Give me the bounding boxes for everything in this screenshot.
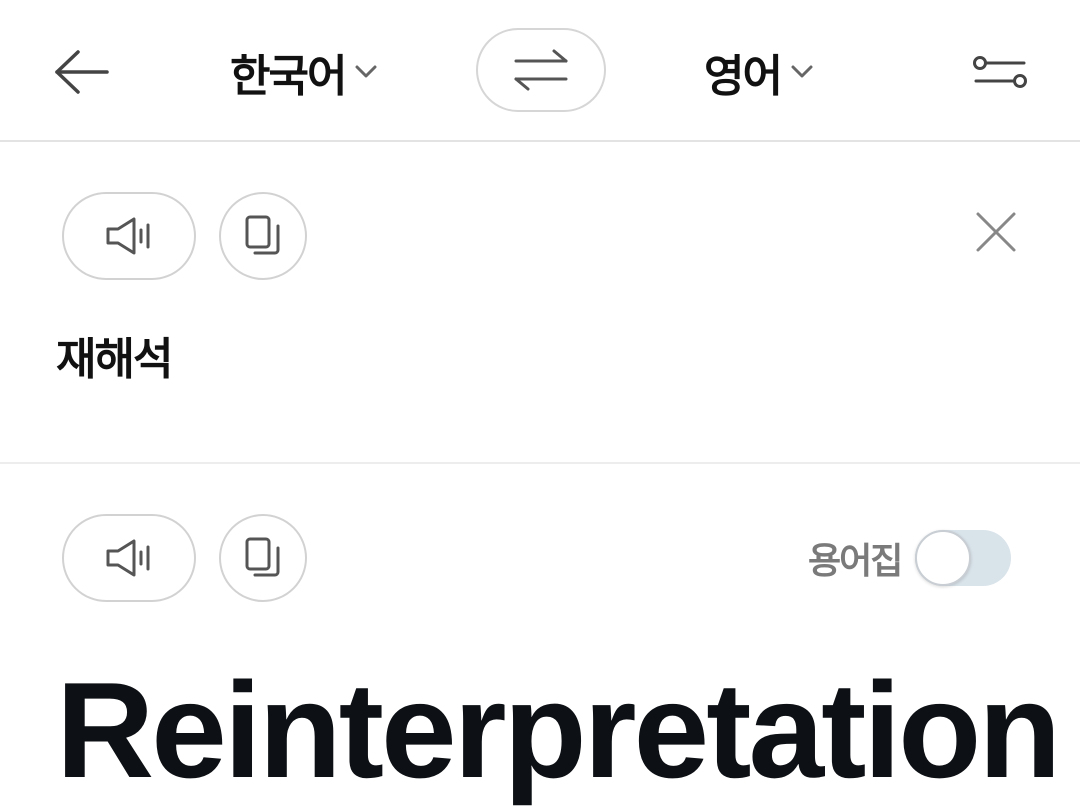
translation-output: Reinterpretation: [56, 654, 1061, 806]
glossary-toggle[interactable]: [915, 530, 1012, 586]
source-language-select[interactable]: 한국어: [230, 40, 377, 104]
source-speak-button[interactable]: [62, 192, 196, 280]
settings-button[interactable]: [964, 44, 1036, 100]
swap-languages-button[interactable]: [476, 28, 606, 112]
swap-arrows-icon: [514, 49, 568, 91]
glossary-control: 용어집: [808, 528, 1012, 588]
copy-icon: [245, 537, 280, 577]
arrow-left-icon: [55, 50, 109, 94]
sliders-icon: [973, 56, 1027, 88]
glossary-label: 용어집: [808, 541, 903, 582]
back-button[interactable]: [48, 42, 116, 102]
target-panel: 용어집 Reinterpretation: [0, 464, 1080, 806]
copy-icon: [245, 215, 280, 255]
top-bar: 한국어 영어: [0, 0, 1080, 142]
source-panel: 재해석: [0, 142, 1080, 464]
source-language-label: 한국어: [230, 51, 347, 102]
target-language-select[interactable]: 영어: [704, 40, 813, 104]
source-copy-button[interactable]: [219, 192, 307, 280]
target-language-label: 영어: [704, 51, 783, 102]
chevron-down-icon: [791, 65, 813, 78]
clear-input-button[interactable]: [966, 202, 1026, 262]
target-copy-button[interactable]: [219, 514, 307, 602]
chevron-down-icon: [355, 65, 377, 78]
speaker-icon: [106, 217, 150, 255]
source-text-input[interactable]: 재해석: [56, 330, 173, 390]
close-icon: [976, 212, 1016, 252]
speaker-icon: [106, 539, 150, 577]
glossary-toggle-knob: [915, 530, 972, 586]
target-speak-button[interactable]: [62, 514, 196, 602]
